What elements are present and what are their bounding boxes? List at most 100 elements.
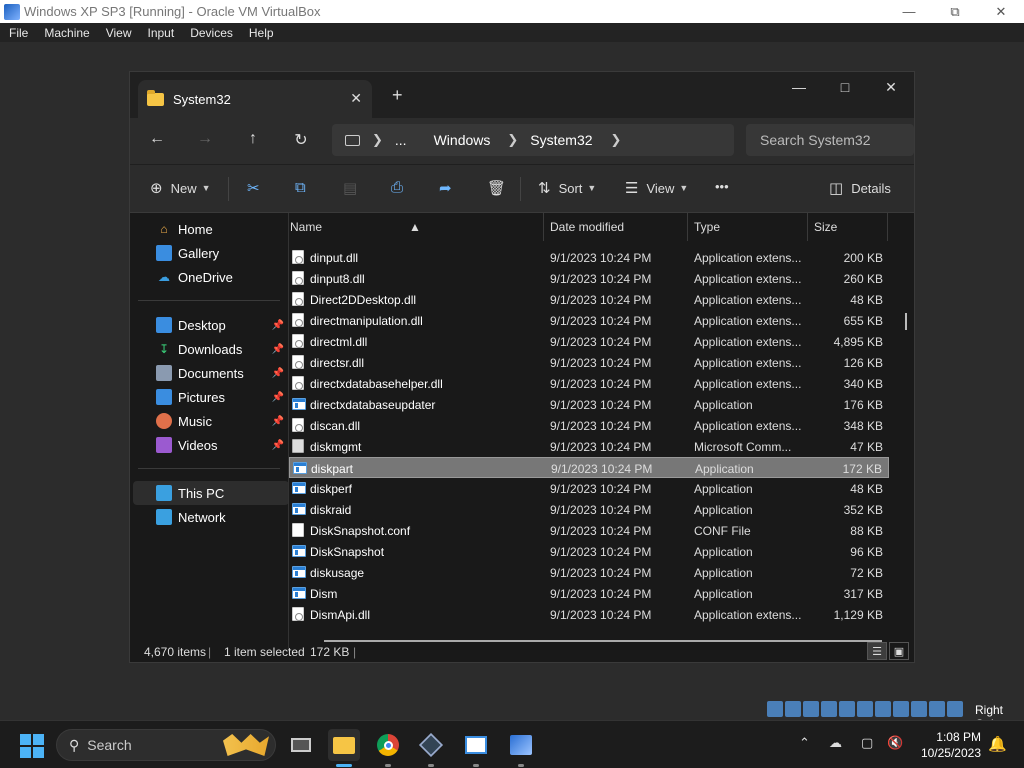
sidebar-item-this-pc[interactable]: This PC (133, 481, 289, 505)
new-tab-button[interactable]: + (392, 85, 403, 106)
vertical-scrollbar[interactable] (905, 313, 907, 330)
file-row[interactable]: dinput8.dll 9/1/2023 10:24 PM Application … (289, 268, 889, 289)
task-view-button[interactable] (285, 729, 317, 761)
file-row[interactable]: DismApi.dll 9/1/2023 10:24 PM Application … (289, 604, 889, 625)
sidebar-item-network[interactable]: Network (130, 505, 286, 529)
share-button[interactable]: ➦ (439, 179, 452, 197)
usb-icon[interactable] (839, 701, 855, 717)
chevron-right-icon[interactable]: ❯ (372, 132, 383, 148)
file-row[interactable]: discan.dll 9/1/2023 10:24 PM Application e… (289, 415, 889, 436)
display-icon[interactable] (875, 701, 891, 717)
column-divider[interactable] (807, 213, 808, 241)
rename-button[interactable]: ⎙ (391, 179, 403, 196)
sidebar-item-videos[interactable]: Videos 📌 (130, 433, 286, 457)
cut-button[interactable]: ✂ (247, 179, 260, 197)
column-size[interactable]: Size (814, 220, 837, 234)
view-button[interactable]: ☰ View ▼ (625, 179, 688, 197)
file-row[interactable]: DiskSnapshot.conf 9/1/2023 10:24 PM CONF F… (289, 520, 889, 541)
restore-button[interactable]: ⧉ (932, 0, 978, 23)
menu-view[interactable]: View (97, 26, 139, 40)
pin-icon[interactable]: 📌 (272, 416, 284, 427)
taskbar-app-window[interactable] (460, 729, 492, 767)
taskbar-chrome[interactable] (372, 729, 404, 767)
close-button[interactable]: ✕ (978, 0, 1024, 23)
pin-icon[interactable]: 📌 (272, 368, 284, 379)
explorer-minimize-button[interactable]: — (776, 72, 822, 102)
mouse-integration-icon[interactable] (929, 701, 945, 717)
up-button[interactable]: ↑ (243, 130, 263, 148)
column-divider[interactable] (543, 213, 544, 241)
tiles-view-button[interactable]: ▣ (889, 642, 909, 660)
clock[interactable]: 1:08 PM 10/25/2023 (915, 729, 981, 761)
delete-button[interactable]: 🗑 (487, 179, 506, 197)
tab-system32[interactable]: System32 ✕ (138, 80, 372, 118)
explorer-close-button[interactable]: ✕ (868, 72, 914, 102)
taskbar-file-explorer[interactable] (328, 729, 360, 767)
explorer-maximize-button[interactable]: □ (822, 72, 868, 102)
details-view-button[interactable]: ☰ (867, 642, 887, 660)
chevron-right-icon[interactable]: ❯ (611, 132, 622, 148)
address-bar[interactable]: ❯ ... Windows ❯ System32 ❯ (332, 124, 734, 156)
recording-icon[interactable] (893, 701, 909, 717)
close-tab-icon[interactable]: ✕ (350, 90, 362, 107)
column-name[interactable]: Name (290, 220, 322, 234)
file-row[interactable]: diskperf 9/1/2023 10:24 PM Application 48 K… (289, 478, 889, 499)
pin-icon[interactable]: 📌 (272, 344, 284, 355)
taskbar-virtualbox-app[interactable] (415, 729, 447, 767)
forward-button[interactable]: → (195, 130, 215, 148)
file-row[interactable]: dinput.dll 9/1/2023 10:24 PM Application e… (289, 247, 889, 268)
sidebar-item-home[interactable]: ⌂ Home (130, 217, 286, 241)
audio-icon[interactable] (803, 701, 819, 717)
sidebar-item-desktop[interactable]: Desktop 📌 (130, 313, 286, 337)
pin-icon[interactable]: 📌 (272, 392, 284, 403)
menu-input[interactable]: Input (139, 26, 182, 40)
breadcrumb-system32[interactable]: System32 (530, 132, 592, 148)
back-button[interactable]: ← (147, 130, 167, 148)
shared-folder-icon[interactable] (857, 701, 873, 717)
search-input[interactable]: Search System32 (746, 124, 914, 156)
menu-file[interactable]: File (0, 26, 35, 40)
column-divider[interactable] (687, 213, 688, 241)
hard-disk-icon[interactable] (767, 701, 783, 717)
file-row[interactable]: DiskSnapshot 9/1/2023 10:24 PM Application… (289, 541, 889, 562)
keyboard-icon[interactable] (947, 701, 963, 717)
column-date-modified[interactable]: Date modified (550, 220, 624, 234)
chevron-up-icon[interactable]: ⌃ (799, 735, 810, 751)
sidebar-item-downloads[interactable]: ↧ Downloads 📌 (130, 337, 286, 361)
notification-bell-icon[interactable]: 🔔 (988, 735, 1007, 753)
copy-button[interactable]: ⧉ (295, 179, 306, 196)
onedrive-icon[interactable]: ☁ (829, 735, 842, 751)
breadcrumb-windows[interactable]: Windows (434, 132, 491, 148)
taskbar-windows-xp-vm[interactable] (505, 729, 537, 767)
start-button[interactable] (20, 734, 44, 758)
breadcrumb-ellipsis[interactable]: ... (395, 132, 407, 148)
file-row[interactable]: diskpart 9/1/2023 10:24 PM Application 172 … (289, 457, 889, 478)
sidebar-item-music[interactable]: Music 📌 (130, 409, 286, 433)
file-row[interactable]: directsr.dll 9/1/2023 10:24 PM Application… (289, 352, 889, 373)
taskbar-search[interactable]: ⚲ Search (56, 729, 276, 761)
pin-icon[interactable]: 📌 (272, 440, 284, 451)
menu-help[interactable]: Help (240, 26, 281, 40)
chevron-right-icon[interactable]: ❯ (507, 132, 518, 148)
file-row[interactable]: diskraid 9/1/2023 10:24 PM Application 352 … (289, 499, 889, 520)
file-row[interactable]: directmanipulation.dll 9/1/2023 10:24 PM A… (289, 310, 889, 331)
cpu-icon[interactable] (911, 701, 927, 717)
sidebar-item-onedrive[interactable]: ☁ OneDrive (130, 265, 286, 289)
pin-icon[interactable]: 📌 (272, 320, 284, 331)
file-row[interactable]: diskusage 9/1/2023 10:24 PM Application 72 … (289, 562, 889, 583)
network-adapter-icon[interactable] (821, 701, 837, 717)
optical-drive-icon[interactable] (785, 701, 801, 717)
file-row[interactable]: Direct2DDesktop.dll 9/1/2023 10:24 PM Appl… (289, 289, 889, 310)
refresh-button[interactable]: ↻ (291, 130, 311, 150)
network-tray-icon[interactable]: ▢ (861, 735, 873, 751)
sidebar-item-pictures[interactable]: Pictures 📌 (130, 385, 286, 409)
column-divider[interactable] (887, 213, 888, 241)
details-pane-button[interactable]: ◫ Details (829, 179, 891, 197)
paste-button[interactable]: ▤ (343, 179, 357, 197)
file-row[interactable]: directml.dll 9/1/2023 10:24 PM Application… (289, 331, 889, 352)
new-button[interactable]: ⊕ New ▼ (150, 179, 211, 197)
file-row[interactable]: Dism 9/1/2023 10:24 PM Application 317 KB (289, 583, 889, 604)
file-row[interactable]: directxdatabaseupdater 9/1/2023 10:24 PM A… (289, 394, 889, 415)
sidebar-item-documents[interactable]: Documents 📌 (130, 361, 286, 385)
minimize-button[interactable]: — (886, 0, 932, 23)
